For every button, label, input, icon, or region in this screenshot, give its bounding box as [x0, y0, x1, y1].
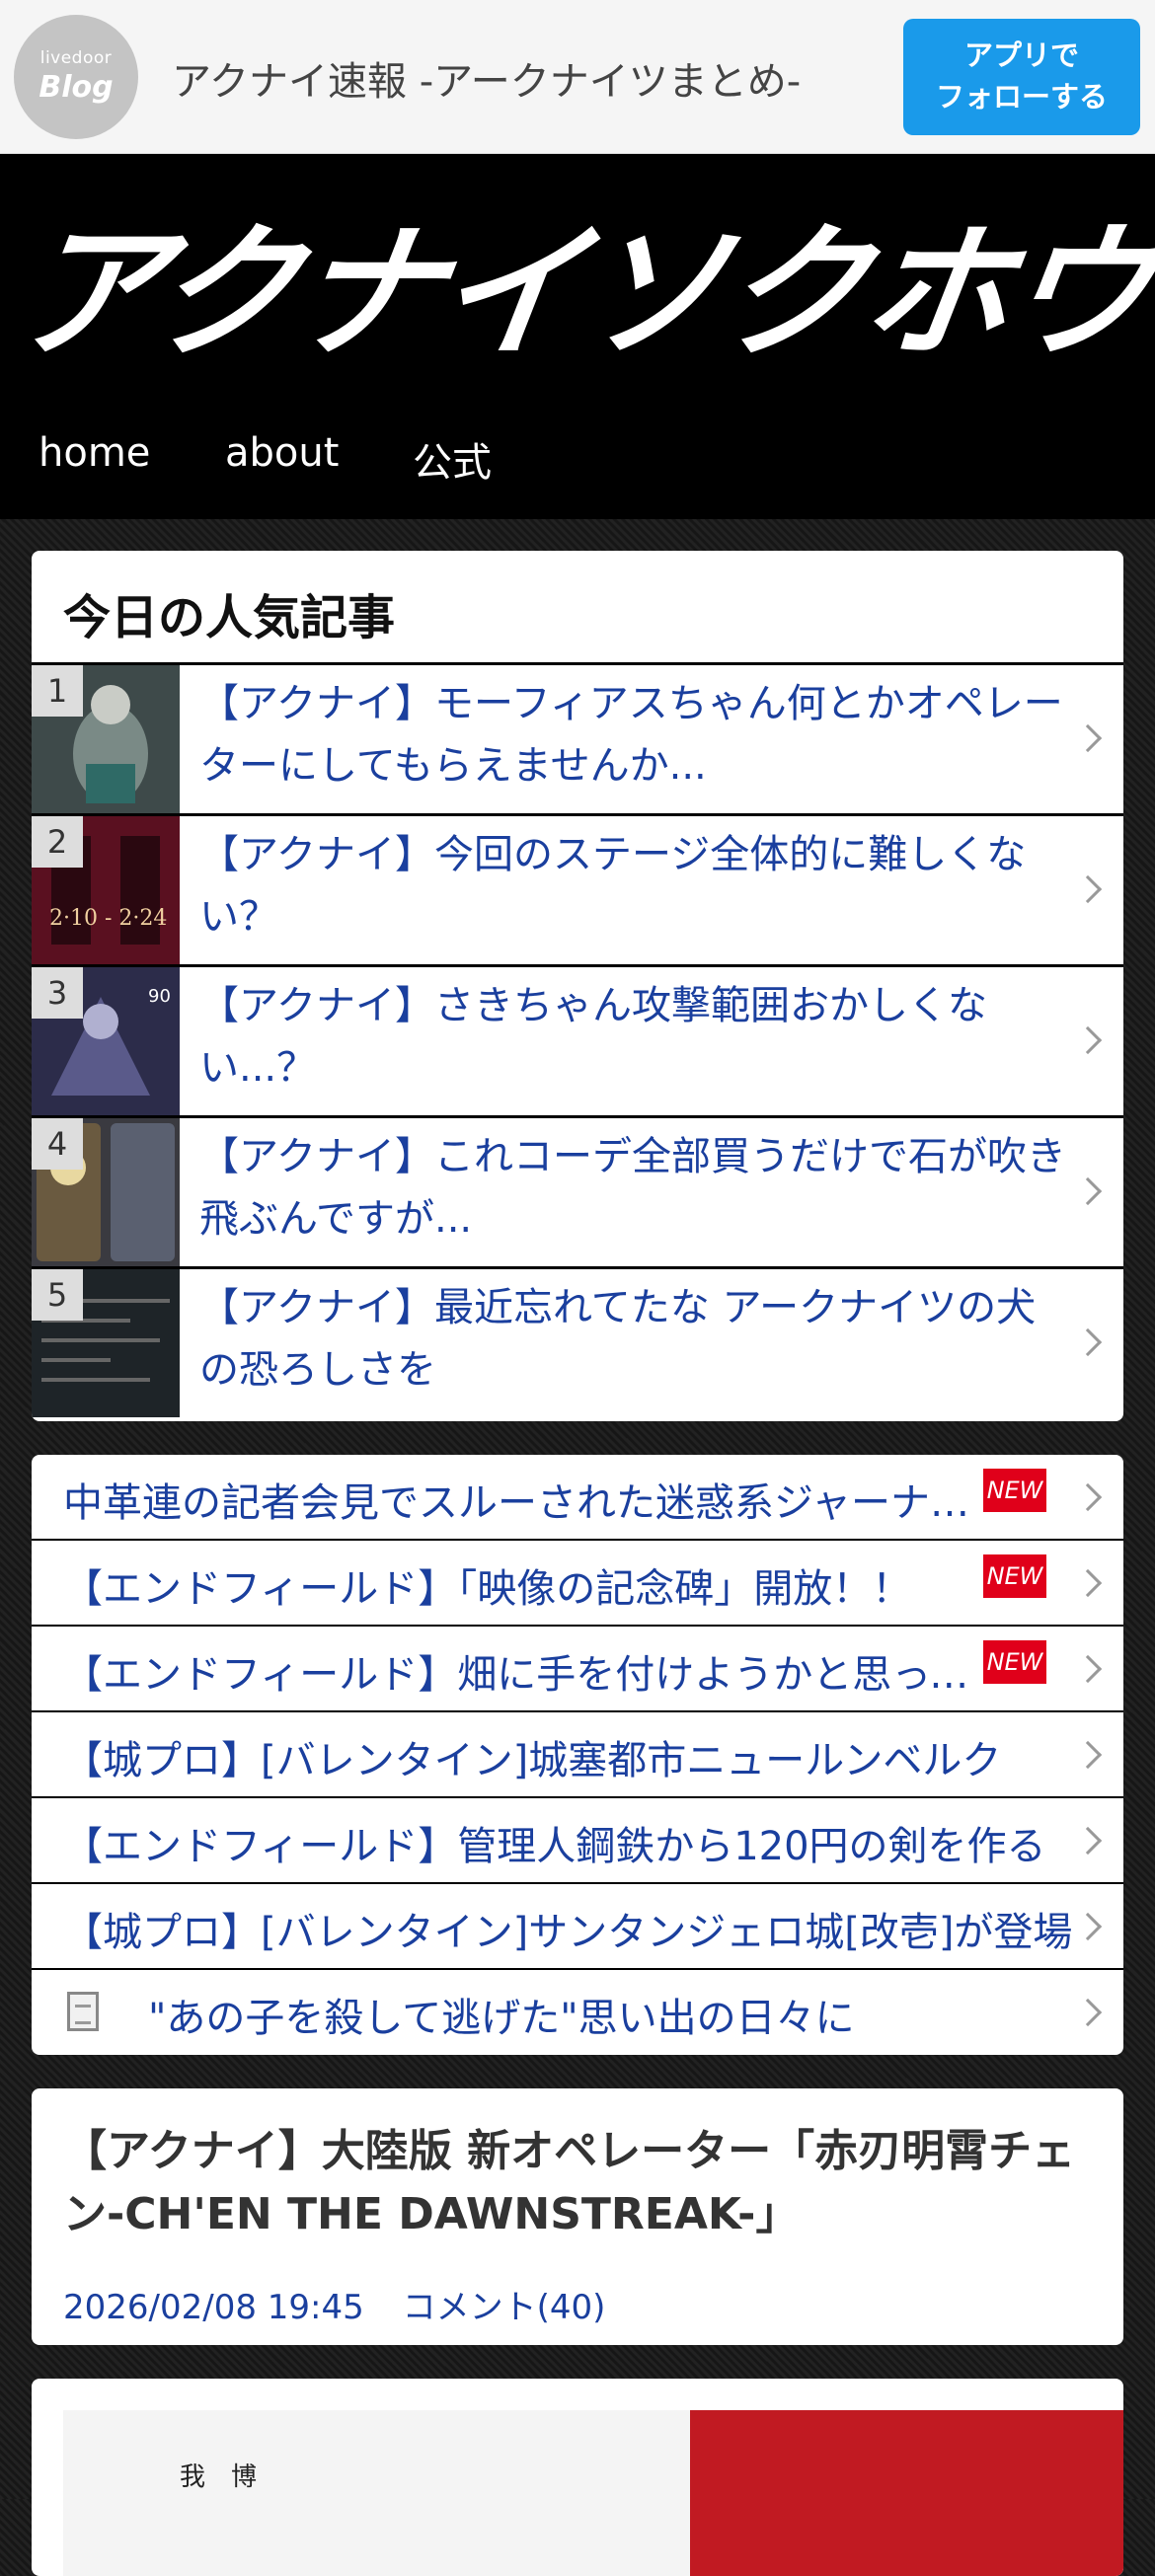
article-meta: 2026/02/08 19:45 コメント(40) [63, 2280, 633, 2328]
image-red-panel [690, 2410, 1123, 2576]
image-caption-text: 我 博 [180, 2462, 258, 2492]
related-links-card: 中革連の記者会見でスルーされた迷惑系ジャーナリスト NEW 【エンドフィールド】… [32, 1455, 1123, 2055]
ranking-item[interactable]: 2·10 - 2·24 2 【アクナイ】今回のステージ全体的に難しくない？ [32, 816, 1123, 967]
ranking-title[interactable]: 【アクナイ】モーフィアスちゃん何とかオペレーターにしてもらえませんか... [199, 673, 1068, 797]
ranking-title[interactable]: 【アクナイ】今回のステージ全体的に難しくない？ [199, 824, 1068, 948]
link-text[interactable]: 【エンドフィールド】管理人鋼鉄から120円の剣を作る [63, 1814, 1080, 1871]
article-comments-link[interactable]: コメント(40) [403, 2288, 606, 2327]
ranking-item[interactable]: 1 【アクナイ】モーフィアスちゃん何とかオペレーターにしてもらえませんか... [32, 665, 1123, 816]
link-row[interactable]: 【城プロ】[バレンタイン]サンタンジェロ城[改壱]が登場 [32, 1884, 1123, 1970]
new-badge: NEW [983, 1469, 1046, 1512]
article-date: 2026/02/08 19:45 [63, 2288, 364, 2327]
chevron-right-icon [1073, 723, 1103, 753]
link-row[interactable]: 中革連の記者会見でスルーされた迷惑系ジャーナリスト NEW [32, 1455, 1123, 1541]
link-row[interactable]: "あの子を殺して逃げた"思い出の日々に [32, 1970, 1123, 2055]
chevron-right-icon [1073, 1482, 1103, 1512]
new-badge: NEW [983, 1640, 1046, 1684]
nav-home[interactable]: home [38, 430, 150, 476]
article-image-card: 我 博 [32, 2379, 1123, 2576]
blog-name[interactable]: アクナイ速報 -アークナイツまとめ- [172, 49, 801, 107]
ranking-title[interactable]: 【アクナイ】最近忘れてたな アークナイツの犬の恐ろしさを [199, 1277, 1068, 1402]
article-header-card: 【アクナイ】大陸版 新オペレーター「赤刃明霄チェン-CH'EN THE DAWN… [32, 2088, 1123, 2345]
follow-line2: フォローする [935, 80, 1108, 114]
link-text[interactable]: 中革連の記者会見でスルーされた迷惑系ジャーナリスト [63, 1471, 971, 1528]
rank-number: 1 [32, 665, 83, 717]
logo-top-text: livedoor [39, 48, 113, 68]
article-image[interactable]: 我 博 [63, 2410, 1123, 2576]
livedoor-blog-logo[interactable]: livedoor Blog [14, 15, 138, 139]
chevron-right-icon [1073, 1327, 1103, 1357]
ranking-title[interactable]: 【アクナイ】さきちゃん攻撃範囲おかしくない...？ [199, 975, 1068, 1099]
ranking-item[interactable]: 4 【アクナイ】これコーデ全部買うだけで石が吹き飛ぶんですが... [32, 1118, 1123, 1269]
rank-number: 4 [32, 1118, 83, 1170]
rank-number: 3 [32, 967, 83, 1019]
chevron-right-icon [1073, 874, 1103, 904]
rank-number: 5 [32, 1269, 83, 1321]
new-badge: NEW [983, 1554, 1046, 1598]
chevron-right-icon [1073, 1998, 1103, 2027]
link-row[interactable]: 【城プロ】[バレンタイン]城塞都市ニュールンベルク [32, 1712, 1123, 1798]
link-row[interactable]: 【エンドフィールド】「映像の記念碑」開放！！ NEW [32, 1541, 1123, 1627]
follow-in-app-button[interactable]: アプリで フォローする [903, 19, 1140, 135]
chevron-right-icon [1073, 1025, 1103, 1055]
ranking-item[interactable]: 90 3 【アクナイ】さきちゃん攻撃範囲おかしくない...？ [32, 967, 1123, 1118]
popular-articles-card: 今日の人気記事 1 【アクナイ】モーフィアスちゃん何とかオペレーターにしてもらえ… [32, 551, 1123, 1421]
link-text[interactable]: 【エンドフィールド】「映像の記念碑」開放！！ [63, 1556, 971, 1614]
document-icon [67, 1992, 99, 2031]
link-text[interactable]: "あの子を殺して逃げた"思い出の日々に [148, 1986, 1037, 2043]
site-header: アクナイソクホウ home about 公式 [0, 154, 1155, 519]
link-text[interactable]: 【城プロ】[バレンタイン]城塞都市ニュールンベルク [63, 1728, 1080, 1785]
chevron-right-icon [1073, 1568, 1103, 1598]
site-logo[interactable]: アクナイソクホウ [6, 208, 1155, 378]
svg-text:90: 90 [148, 986, 171, 1007]
nav-official[interactable]: 公式 [413, 430, 492, 488]
ranking-item[interactable]: 5 【アクナイ】最近忘れてたな アークナイツの犬の恐ろしさを [32, 1269, 1123, 1420]
rank-number: 2 [32, 816, 83, 868]
article-title[interactable]: 【アクナイ】大陸版 新オペレーター「赤刃明霄チェン-CH'EN THE DAWN… [63, 2120, 1110, 2246]
svg-text:2·10 - 2·24: 2·10 - 2·24 [49, 906, 167, 931]
chevron-right-icon [1073, 1176, 1103, 1206]
follow-line1: アプリで [963, 38, 1079, 72]
chevron-right-icon [1073, 1654, 1103, 1684]
nav-about[interactable]: about [225, 430, 339, 476]
app-bar: livedoor Blog アクナイ速報 -アークナイツまとめ- アプリで フォ… [0, 0, 1155, 154]
ranking-title[interactable]: 【アクナイ】これコーデ全部買うだけで石が吹き飛ぶんですが... [199, 1126, 1068, 1250]
link-text[interactable]: 【城プロ】[バレンタイン]サンタンジェロ城[改壱]が登場 [63, 1900, 1080, 1957]
link-row[interactable]: 【エンドフィールド】管理人鋼鉄から120円の剣を作る [32, 1798, 1123, 1884]
link-text[interactable]: 【エンドフィールド】畑に手を付けようかと思ってるんだけど [63, 1642, 971, 1700]
logo-bottom-text: Blog [38, 70, 114, 105]
popular-articles-heading: 今日の人気記事 [32, 551, 1123, 665]
link-row[interactable]: 【エンドフィールド】畑に手を付けようかと思ってるんだけど NEW [32, 1627, 1123, 1712]
